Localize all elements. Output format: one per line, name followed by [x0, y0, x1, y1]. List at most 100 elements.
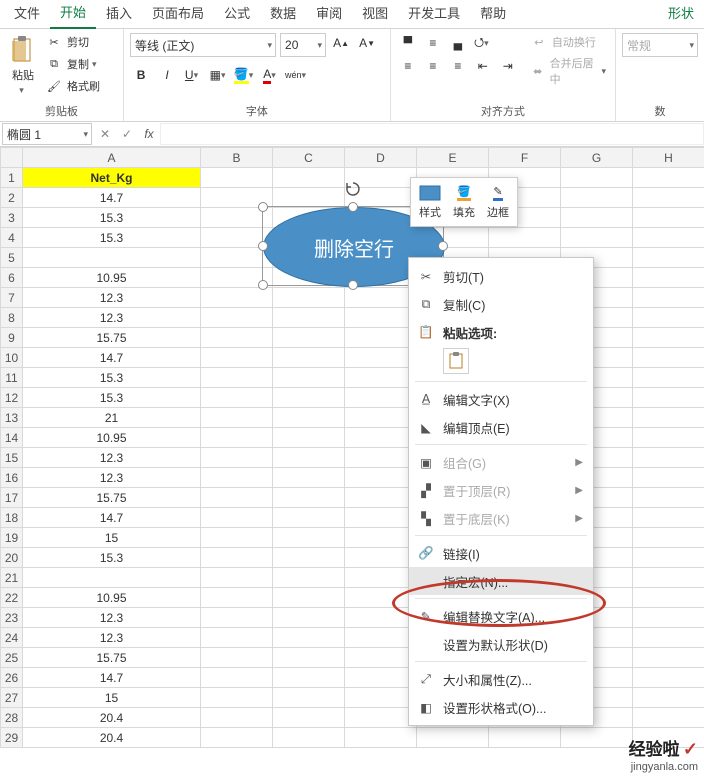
cell[interactable]: 15 [23, 688, 201, 708]
cell[interactable] [201, 688, 273, 708]
ctx-copy[interactable]: ⧉复制(C) [409, 290, 593, 318]
cell[interactable] [345, 488, 417, 508]
row-header[interactable]: 13 [1, 408, 23, 428]
col-header[interactable]: C [273, 148, 345, 168]
ctx-link[interactable]: 🔗链接(I) [409, 539, 593, 567]
col-header[interactable]: B [201, 148, 273, 168]
cell[interactable] [273, 528, 345, 548]
italic-button[interactable]: I [156, 65, 178, 85]
cell[interactable] [273, 668, 345, 688]
phonetic-guide-button[interactable]: wén▾ [286, 65, 308, 85]
cell[interactable] [345, 568, 417, 588]
cell[interactable]: 15.3 [23, 208, 201, 228]
underline-button[interactable]: U▾ [182, 65, 204, 85]
ctx-assign-macro[interactable]: 指定宏(N)... [409, 567, 593, 595]
decrease-indent-button[interactable]: ⇤ [472, 56, 494, 76]
ctx-format-shape[interactable]: ◧设置形状格式(O)... [409, 693, 593, 721]
row-header[interactable]: 11 [1, 368, 23, 388]
tab-formulas[interactable]: 公式 [214, 0, 260, 28]
cell[interactable] [201, 588, 273, 608]
cell[interactable] [633, 328, 704, 348]
ctx-bring-front[interactable]: ▞置于顶层(R)▶ [409, 476, 593, 504]
ctx-group[interactable]: ▣组合(G)▶ [409, 448, 593, 476]
cell[interactable] [561, 728, 633, 748]
cell[interactable] [23, 248, 201, 268]
cell[interactable]: 12.3 [23, 608, 201, 628]
cell[interactable] [201, 648, 273, 668]
cell[interactable]: 15.3 [23, 228, 201, 248]
cell[interactable] [273, 708, 345, 728]
row-header[interactable]: 10 [1, 348, 23, 368]
cell[interactable]: 15.75 [23, 648, 201, 668]
cell[interactable] [345, 528, 417, 548]
cell[interactable] [273, 288, 345, 308]
resize-handle[interactable] [258, 280, 268, 290]
col-header[interactable]: A [23, 148, 201, 168]
cell[interactable] [273, 348, 345, 368]
row-header[interactable]: 17 [1, 488, 23, 508]
row-header[interactable]: 14 [1, 428, 23, 448]
fill-color-button[interactable]: 🪣▾ [234, 65, 256, 85]
cell[interactable] [201, 508, 273, 528]
decrease-font-button[interactable]: A▼ [356, 33, 378, 53]
col-header[interactable]: H [633, 148, 704, 168]
cell[interactable] [633, 488, 704, 508]
align-middle-button[interactable]: ≡ [422, 33, 444, 53]
cell[interactable] [633, 508, 704, 528]
cell[interactable] [273, 328, 345, 348]
ctx-edit-text[interactable]: A̲编辑文字(X) [409, 385, 593, 413]
cell[interactable] [273, 688, 345, 708]
cell[interactable]: 10.95 [23, 588, 201, 608]
align-left-button[interactable]: ≡ [397, 56, 419, 76]
cancel-formula-button[interactable]: ✕ [94, 127, 116, 141]
tab-data[interactable]: 数据 [260, 0, 306, 28]
row-header[interactable]: 1 [1, 168, 23, 188]
cell[interactable]: 12.3 [23, 628, 201, 648]
tab-insert[interactable]: 插入 [96, 0, 142, 28]
row-header[interactable]: 22 [1, 588, 23, 608]
row-header[interactable]: 12 [1, 388, 23, 408]
cell[interactable] [201, 168, 273, 188]
cell[interactable] [345, 708, 417, 728]
cell[interactable] [273, 588, 345, 608]
cell[interactable] [633, 468, 704, 488]
cell[interactable]: 15.75 [23, 488, 201, 508]
cell[interactable] [201, 468, 273, 488]
ctx-cut[interactable]: ✂剪切(T) [409, 262, 593, 290]
cell[interactable] [345, 308, 417, 328]
cell[interactable] [561, 228, 633, 248]
cell[interactable] [201, 628, 273, 648]
row-header[interactable]: 24 [1, 628, 23, 648]
cell[interactable] [633, 408, 704, 428]
cell[interactable]: 12.3 [23, 468, 201, 488]
cell[interactable]: 15 [23, 528, 201, 548]
cell[interactable] [633, 248, 704, 268]
cell[interactable] [273, 648, 345, 668]
cell[interactable] [201, 528, 273, 548]
cell[interactable] [345, 408, 417, 428]
col-header[interactable]: D [345, 148, 417, 168]
row-header[interactable]: 25 [1, 648, 23, 668]
cell[interactable] [201, 348, 273, 368]
paste-option-default[interactable] [443, 348, 469, 374]
cell[interactable] [633, 428, 704, 448]
cell[interactable] [345, 428, 417, 448]
cell[interactable] [273, 408, 345, 428]
cell[interactable] [201, 308, 273, 328]
cell[interactable] [273, 728, 345, 748]
row-header[interactable]: 28 [1, 708, 23, 728]
fx-button[interactable]: fx [138, 127, 160, 141]
cell[interactable]: 20.4 [23, 708, 201, 728]
cell[interactable] [201, 728, 273, 748]
row-header[interactable]: 19 [1, 528, 23, 548]
cell[interactable] [273, 468, 345, 488]
row-header[interactable]: 6 [1, 268, 23, 288]
cell[interactable] [273, 448, 345, 468]
shape-fill-button[interactable]: 🪣 填充 [449, 182, 479, 222]
cell[interactable]: 10.95 [23, 268, 201, 288]
resize-handle[interactable] [438, 241, 448, 251]
row-header[interactable]: 9 [1, 328, 23, 348]
cell[interactable] [345, 728, 417, 748]
cell[interactable] [633, 548, 704, 568]
font-color-button[interactable]: A▾ [260, 65, 282, 85]
